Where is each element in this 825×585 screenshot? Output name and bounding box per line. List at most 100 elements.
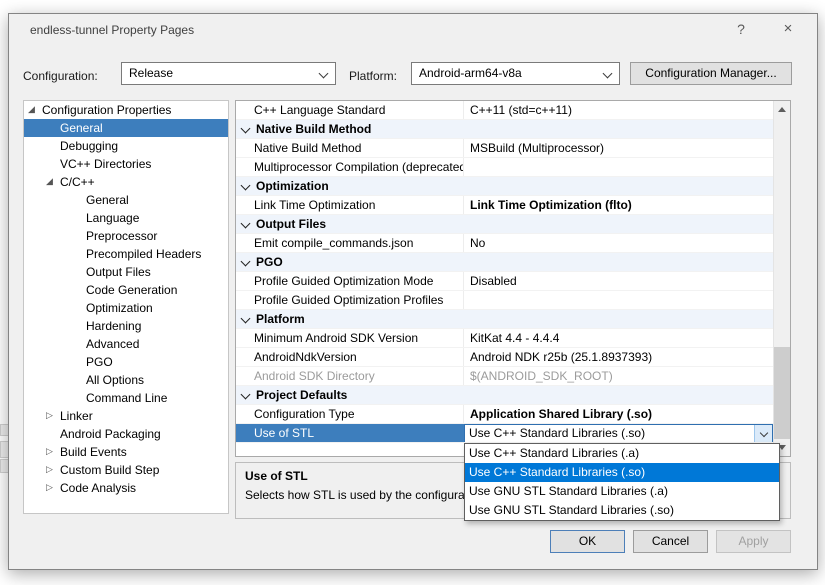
configuration-label: Configuration: [23, 69, 98, 83]
property-row: Android SDK Directory$(ANDROID_SDK_ROOT) [236, 367, 773, 386]
configuration-combobox[interactable]: Release [121, 62, 336, 85]
tree-item-code-generation[interactable]: Code Generation [24, 281, 228, 299]
property-row[interactable]: Configuration TypeApplication Shared Lib… [236, 405, 773, 424]
property-group-row[interactable]: PGO [236, 253, 773, 272]
property-value: $(ANDROID_SDK_ROOT) [464, 367, 773, 385]
tree-item-precompiled-headers[interactable]: Precompiled Headers [24, 245, 228, 263]
property-name: AndroidNdkVersion [236, 348, 464, 366]
chevron-down-icon [241, 313, 251, 323]
tree-item-linker[interactable]: ▷Linker [24, 407, 228, 425]
tree-item-advanced[interactable]: Advanced [24, 335, 228, 353]
chevron-down-icon [241, 123, 251, 133]
tree-item-custom-build-step[interactable]: ▷Custom Build Step [24, 461, 228, 479]
help-button[interactable]: ? [723, 14, 759, 44]
scrollbar-thumb[interactable] [774, 347, 790, 439]
property-row[interactable]: Emit compile_commands.jsonNo [236, 234, 773, 253]
tree-item-code-analysis[interactable]: ▷Code Analysis [24, 479, 228, 497]
property-row[interactable]: Link Time OptimizationLink Time Optimiza… [236, 196, 773, 215]
tree-item-vcpp-directories[interactable]: VC++ Directories [24, 155, 228, 173]
tree-item-label: Code Analysis [60, 479, 136, 497]
ok-button[interactable]: OK [550, 530, 625, 553]
group-title: PGO [256, 255, 283, 269]
property-row[interactable]: Multiprocessor Compilation (deprecated) [236, 158, 773, 177]
apply-button: Apply [716, 530, 791, 553]
tree-collapsed-icon[interactable]: ▷ [46, 407, 60, 425]
property-name: Profile Guided Optimization Mode [236, 272, 464, 290]
tree-item-general[interactable]: General [24, 119, 228, 137]
tree-item-c-cpp[interactable]: ◢C/C++ [24, 173, 228, 191]
tree-item-all-options[interactable]: All Options [24, 371, 228, 389]
chevron-down-icon [759, 428, 767, 436]
tree-item-command-line[interactable]: Command Line [24, 389, 228, 407]
property-name: Minimum Android SDK Version [236, 329, 464, 347]
tree-item-preprocessor[interactable]: Preprocessor [24, 227, 228, 245]
dropdown-option[interactable]: Use GNU STL Standard Libraries (.a) [465, 482, 779, 501]
tree-collapsed-icon[interactable]: ▷ [46, 443, 60, 461]
tree-collapsed-icon[interactable]: ▷ [46, 479, 60, 497]
property-value[interactable] [464, 291, 773, 309]
property-group-row[interactable]: Native Build Method [236, 120, 773, 139]
tree-item-language[interactable]: Language [24, 209, 228, 227]
tree-item-hardening[interactable]: Hardening [24, 317, 228, 335]
property-value[interactable]: C++11 (std=c++11) [464, 101, 773, 119]
property-value[interactable]: Disabled [464, 272, 773, 290]
arrow-up-icon [778, 107, 786, 112]
property-group-row[interactable]: Output Files [236, 215, 773, 234]
property-row[interactable]: Profile Guided Optimization Profiles [236, 291, 773, 310]
cancel-button[interactable]: Cancel [633, 530, 708, 553]
use-of-stl-combobox[interactable]: Use C++ Standard Libraries (.so) [464, 424, 773, 442]
tree-item-label: General [86, 191, 129, 209]
tree-item-general-cpp[interactable]: General [24, 191, 228, 209]
property-group-row[interactable]: Optimization [236, 177, 773, 196]
tree-item-label: Preprocessor [86, 227, 157, 245]
tree-item-pgo[interactable]: PGO [24, 353, 228, 371]
tree-item-configuration-properties[interactable]: ◢Configuration Properties [24, 101, 228, 119]
property-value[interactable]: KitKat 4.4 - 4.4.4 [464, 329, 773, 347]
property-name: Profile Guided Optimization Profiles [236, 291, 464, 309]
property-group-row[interactable]: Platform [236, 310, 773, 329]
tree-item-label: Precompiled Headers [86, 245, 201, 263]
configuration-manager-button[interactable]: Configuration Manager... [630, 62, 792, 85]
property-tree: ◢Configuration Properties General Debugg… [23, 100, 229, 514]
use-of-stl-dropdown-list: Use C++ Standard Libraries (.a) Use C++ … [464, 443, 780, 521]
property-group-row[interactable]: Project Defaults [236, 386, 773, 405]
property-row[interactable]: Minimum Android SDK VersionKitKat 4.4 - … [236, 329, 773, 348]
tree-item-output-files[interactable]: Output Files [24, 263, 228, 281]
dropdown-option[interactable]: Use GNU STL Standard Libraries (.so) [465, 501, 779, 520]
tree-item-label: Code Generation [86, 281, 177, 299]
tree-expanded-icon[interactable]: ◢ [28, 101, 42, 119]
property-value[interactable]: Application Shared Library (.so) [464, 405, 773, 423]
property-value[interactable] [464, 158, 773, 176]
property-row[interactable]: Native Build MethodMSBuild (Multiprocess… [236, 139, 773, 158]
combo-dropdown-button[interactable] [754, 425, 772, 442]
property-value[interactable]: No [464, 234, 773, 252]
property-name: Multiprocessor Compilation (deprecated) [236, 158, 464, 176]
property-value[interactable]: Android NDK r25b (25.1.8937393) [464, 348, 773, 366]
close-button[interactable]: × [767, 14, 809, 44]
dropdown-option-selected[interactable]: Use C++ Standard Libraries (.so) [465, 463, 779, 482]
dialog-title: endless-tunnel Property Pages [30, 23, 194, 37]
dropdown-option[interactable]: Use C++ Standard Libraries (.a) [465, 444, 779, 463]
group-title: Native Build Method [256, 122, 371, 136]
tree-item-label: Command Line [86, 389, 167, 407]
tree-item-optimization[interactable]: Optimization [24, 299, 228, 317]
scrollbar-up-button[interactable] [774, 101, 790, 118]
platform-combobox[interactable]: Android-arm64-v8a [411, 62, 620, 85]
property-row[interactable]: C++ Language StandardC++11 (std=c++11) [236, 101, 773, 120]
property-value[interactable]: MSBuild (Multiprocessor) [464, 139, 773, 157]
tree-item-debugging[interactable]: Debugging [24, 137, 228, 155]
tree-collapsed-icon[interactable]: ▷ [46, 461, 60, 479]
property-row[interactable]: AndroidNdkVersionAndroid NDK r25b (25.1.… [236, 348, 773, 367]
property-row-use-of-stl[interactable]: Use of STL Use C++ Standard Libraries (.… [236, 424, 773, 443]
tree-expanded-icon[interactable]: ◢ [46, 173, 60, 191]
grid-scrollbar[interactable] [773, 101, 790, 456]
tree-item-android-packaging[interactable]: Android Packaging [24, 425, 228, 443]
platform-label: Platform: [349, 69, 397, 83]
tree-item-label: Debugging [60, 137, 118, 155]
property-value[interactable]: Link Time Optimization (flto) [464, 196, 773, 214]
tree-item-build-events[interactable]: ▷Build Events [24, 443, 228, 461]
property-row[interactable]: Profile Guided Optimization ModeDisabled [236, 272, 773, 291]
chevron-down-icon [241, 180, 251, 190]
combobox-value: Use C++ Standard Libraries (.so) [465, 425, 754, 442]
tree-item-label: C/C++ [60, 173, 95, 191]
